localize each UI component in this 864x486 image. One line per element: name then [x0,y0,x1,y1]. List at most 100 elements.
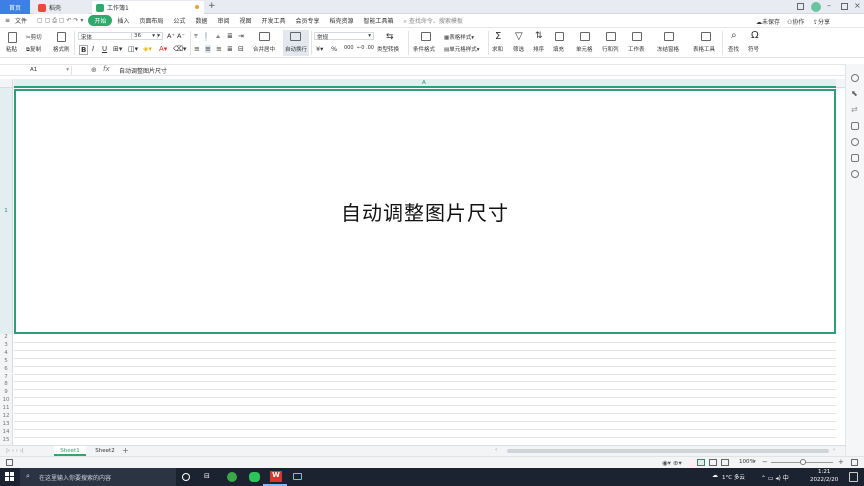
row-header[interactable]: 11 [0,405,13,413]
eye-protect-icon[interactable]: ◉▾ ⊕▾ [662,459,682,467]
tab-workbook[interactable]: 工作簿1 [92,1,204,14]
menu-file[interactable]: 文件 [15,16,32,25]
menu-formula[interactable]: 公式 [168,16,190,25]
sheet-nav-icons[interactable]: |‹ ‹ › ›| [6,448,24,454]
type-convert-label[interactable]: 类型转换 [377,45,399,53]
font-grow-icon[interactable]: A⁺ [167,32,175,40]
fx-button[interactable]: fx [103,65,110,73]
select-cursor-icon[interactable]: ⬉ [851,90,859,98]
name-box[interactable]: A1 ▾ [4,66,72,75]
clock-time[interactable]: 1:21 [818,469,830,475]
tab-docer[interactable]: 稻壳 [34,1,90,14]
fill-icon[interactable] [555,32,564,41]
indent-icon[interactable]: ⇥ [238,32,244,40]
menu-developer[interactable]: 开发工具 [256,16,290,25]
settings-icon[interactable] [851,170,859,178]
weather-text[interactable]: 1°C 多云 [722,473,745,481]
unsaved-button[interactable]: ☁未保存 [756,17,780,26]
clear-format-icon[interactable]: ⌫▾ [173,45,186,53]
sheet-tab-1[interactable]: Sheet1 [54,446,86,456]
distributed-icon[interactable]: ⊟ [238,45,244,53]
share-button[interactable]: ⇪分享 [813,17,830,26]
menu-review[interactable]: 审阅 [212,16,234,25]
copy-button[interactable]: ⧉复制 [26,45,41,54]
row-header-1[interactable]: 1 [0,88,13,334]
align-top-icon[interactable]: ⫧ [194,32,198,41]
fullscreen-icon[interactable] [851,459,858,466]
sheet-tab-2[interactable]: Sheet2 [90,446,120,456]
find-icon[interactable]: ⌕ [731,30,737,41]
image-icon[interactable] [851,154,859,162]
align-bottom-icon[interactable]: ⫨ [216,32,220,41]
zoom-slider-handle[interactable] [800,459,806,465]
freeze-label[interactable]: 冻结窗格 [657,45,679,53]
paste-icon[interactable] [8,32,17,43]
page-layout-view-icon[interactable] [709,459,717,466]
align-right-icon[interactable]: ≡ [216,45,222,53]
table-tools-label[interactable]: 表格工具 [693,45,715,53]
sort-icon[interactable]: ⇅ [535,31,543,41]
avatar[interactable] [811,2,821,12]
worksheet-label[interactable]: 工作表 [628,45,645,53]
browser-icon[interactable] [227,472,237,482]
menu-insert[interactable]: 插入 [112,16,134,25]
merge-center-label[interactable]: 合并居中 [253,45,275,53]
row-header[interactable]: 15 [0,436,13,445]
align-left-icon[interactable]: ≡ [194,45,200,53]
conditional-format-icon[interactable] [421,32,431,41]
table-style-button[interactable]: ▦表格样式▾ [444,33,474,41]
decimal-increase-icon[interactable]: ←0 [357,45,364,51]
table-tools-icon[interactable] [701,32,711,41]
currency-button[interactable]: ¥▾ [316,45,323,53]
align-center-icon[interactable]: ≡ [205,45,211,53]
page-break-view-icon[interactable] [721,459,729,466]
cell-label[interactable]: 单元格 [576,45,593,53]
bold-button[interactable]: B [79,45,89,55]
row-header[interactable]: 10 [0,397,13,406]
worksheet-icon[interactable] [632,32,642,41]
tray-icons[interactable]: ⌃ ▭ ◂) 中 [761,473,789,482]
filter-label[interactable]: 筛选 [513,45,524,53]
menu-docer-resources[interactable]: 稻壳资源 [325,16,359,25]
row-col-label[interactable]: 行和列 [602,45,619,53]
row-header[interactable]: 5 [0,357,13,366]
paste-label[interactable]: 粘贴 [6,45,17,53]
collab-button[interactable]: ⚇协作 [787,17,804,26]
column-header-a[interactable]: A [14,79,836,88]
weather-icon[interactable]: ☁ [712,472,718,479]
meeting-icon[interactable] [293,473,302,480]
quick-access-icons[interactable]: ▢ ▢ ⎙ ▢ ↶ ↷ ▾ [32,17,88,25]
add-sheet-button[interactable]: + [122,446,129,455]
symbol-label[interactable]: 符号 [748,45,759,53]
fill-color-icon[interactable]: ◈▾ [143,45,152,53]
row-header[interactable]: 3 [0,341,13,350]
horizontal-scrollbar[interactable] [507,449,829,453]
hamburger-icon[interactable]: ≡ [0,17,15,24]
number-format-select[interactable]: 常规 ▾ [314,32,374,41]
menu-home[interactable]: 开始 [88,15,113,26]
merge-center-icon[interactable] [259,32,270,41]
cell-style-button[interactable]: ▤单元格样式▾ [444,45,479,53]
zoom-dropdown-icon[interactable]: ▾ [753,459,756,465]
cell-style-icon[interactable]: ◫▾ [128,45,138,53]
task-view-icon[interactable]: ⊟ [204,472,210,480]
zoom-out-icon[interactable]: − [762,458,768,466]
row-header[interactable]: 7 [0,373,13,382]
menu-data[interactable]: 数据 [190,16,212,25]
decimal-decrease-icon[interactable]: .00 [366,45,374,51]
sum-label[interactable]: 求和 [492,45,503,53]
zoom-icon[interactable]: ⊕ [91,66,97,74]
sheet-grid[interactable]: 1 自动调整图片尺寸 [0,88,845,445]
cortana-icon[interactable] [182,473,190,481]
font-color-icon[interactable]: A▾ [159,45,167,53]
font-shrink-icon[interactable]: A⁻ [177,32,185,40]
row-header[interactable]: 8 [0,381,13,390]
cut-button[interactable]: ✂剪切 [26,33,42,41]
maximize-icon[interactable] [841,3,848,10]
wps-icon[interactable]: W [270,471,282,482]
fill-label[interactable]: 填充 [553,45,564,53]
clock-date[interactable]: 2022/2/20 [810,477,838,483]
wechat-icon[interactable] [249,472,260,482]
find-label[interactable]: 查找 [728,45,739,53]
menu-view[interactable]: 视图 [234,16,256,25]
